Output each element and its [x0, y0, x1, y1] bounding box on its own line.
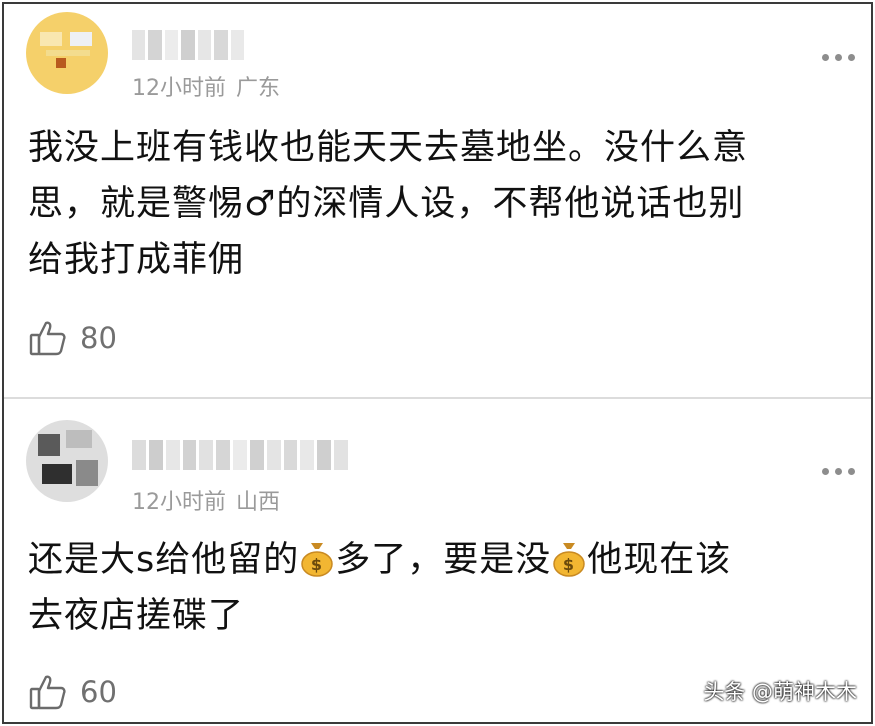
comment-text-part: 还是大s给他留的 — [28, 540, 300, 580]
username-blurred[interactable] — [132, 440, 348, 470]
comment-text: 还是大s给他留的 $ 多了，要是没 $ 他现在该 去夜店搓碟了 — [28, 532, 858, 644]
comment-item: 12小时前 广东 我没上班有钱收也能天天去墓地坐。没什么意 思，就是警惕♂的深情人… — [4, 4, 871, 397]
comment-text-part: 他现在该 — [587, 540, 732, 580]
comment-text-line: 还是大s给他留的 $ 多了，要是没 $ 他现在该 — [28, 532, 858, 588]
watermark: 头条 @萌神木木 — [703, 680, 857, 704]
comment-meta: 12小时前 山西 — [132, 484, 280, 516]
comment-text-part: 多了，要是没 — [335, 540, 552, 580]
like-button[interactable]: 80 — [28, 318, 117, 358]
comment-region: 山西 — [236, 490, 281, 515]
comment-region: 广东 — [236, 76, 281, 101]
money-bag-icon: $ — [301, 543, 333, 577]
thumbs-up-outline-icon — [29, 675, 66, 710]
thumbs-up-outline-icon — [29, 321, 66, 356]
money-bag-icon: $ — [553, 543, 586, 577]
more-dots-icon[interactable] — [822, 54, 855, 61]
like-count: 60 — [80, 675, 117, 709]
comment-text-line: 思，就是警惕♂的深情人设，不帮他说话也别 — [28, 184, 745, 224]
comment-text-line: 我没上班有钱收也能天天去墓地坐。没什么意 — [28, 128, 749, 168]
comment-text: 我没上班有钱收也能天天去墓地坐。没什么意 思，就是警惕♂的深情人设，不帮他说话也… — [28, 120, 858, 288]
svg-text:$: $ — [311, 555, 323, 574]
comment-time: 12小时前 — [132, 490, 226, 515]
like-count: 80 — [80, 321, 117, 355]
comment-text-line: 去夜店搓碟了 — [28, 596, 245, 636]
divider — [4, 397, 871, 399]
username-blurred[interactable] — [132, 30, 244, 60]
like-button[interactable]: 60 — [28, 672, 117, 712]
svg-text:$: $ — [563, 555, 575, 574]
comment-item: 12小时前山西 还是大s给他留的 $ 多了，要是没 $ 他现在该 去夜店搓碟了 — [4, 400, 871, 722]
comment-meta: 12小时前 广东 — [132, 70, 280, 102]
more-dots-icon[interactable] — [822, 468, 855, 475]
comment-list: 12小时前 广东 我没上班有钱收也能天天去墓地坐。没什么意 思，就是警惕♂的深情人… — [2, 2, 873, 724]
avatar[interactable] — [26, 420, 108, 502]
comment-text-line: 给我打成菲佣 — [28, 240, 245, 280]
avatar[interactable] — [26, 12, 108, 94]
comment-time: 12小时前 — [132, 76, 226, 101]
